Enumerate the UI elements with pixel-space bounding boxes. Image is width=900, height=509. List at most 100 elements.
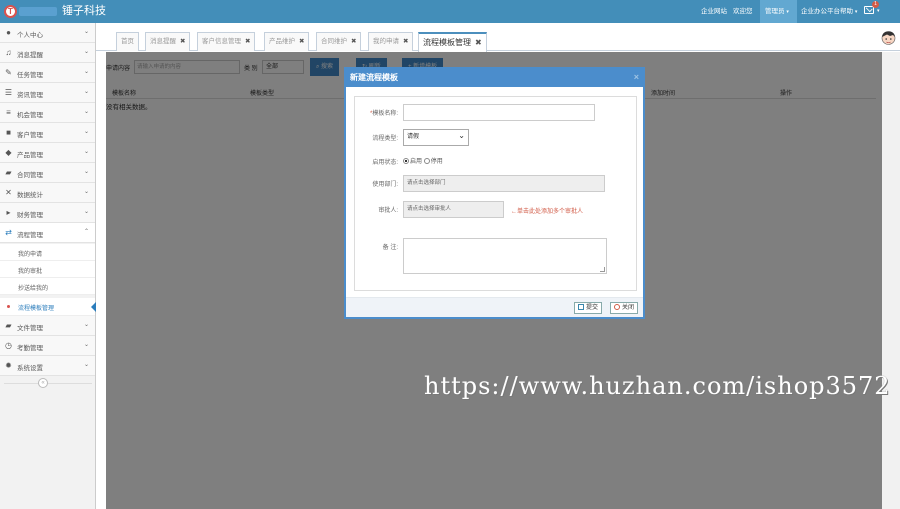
new-template-dialog: 新建流程模板 × *模板名称: 流程类型: 请假 启用状态: 启用 停用 使用部… [344,67,645,319]
sidebar-item-news[interactable]: ☰ 资讯管理 ⌄ [0,83,95,103]
close-button-label: 关闭 [622,305,635,311]
department-label: 使用部门: [372,182,398,188]
close-button[interactable]: 关闭 [610,302,639,314]
sidebar-item-statistics[interactable]: ✕ 数据统计 ⌄ [0,183,95,203]
radio-enabled[interactable] [403,158,409,164]
folder-open-icon: ▰ [5,321,12,330]
sidebar-item-notifications[interactable]: ♫ 消息提醒 ⌄ [0,43,95,63]
page-scrollbar[interactable] [882,52,900,509]
active-dot-icon [7,305,10,308]
department-picker[interactable]: 请点击选择部门 [403,175,605,192]
sidebar-subitem-cc-to-me[interactable]: 抄送给我的 [0,278,95,295]
close-icon[interactable]: ✖ [180,38,185,45]
sidebar-item-settings[interactable]: ✹ 系统设置 ⌄ [0,356,95,376]
chevron-down-icon: ▾ [786,9,789,15]
tab-label: 合同维护 [321,38,347,45]
tab-label: 首页 [121,38,134,45]
close-icon[interactable]: ✖ [245,38,250,45]
sidebar-item-label: 系统设置 [17,365,43,372]
sidebar-item-process[interactable]: ⇄ 流程管理 ⌃ [0,223,95,243]
radio-enabled-label: 启用 [410,159,423,165]
close-icon[interactable]: ✖ [351,38,356,45]
folder-icon: ▰ [5,168,12,177]
dropbox-icon: ◆ [5,148,12,157]
help-menu[interactable]: 企业办公平台帮助 ▾ [801,0,857,23]
sidebar-item-products[interactable]: ◆ 产品管理 ⌄ [0,143,95,163]
tab-label: 我的申请 [373,38,399,45]
sidebar-subitem-my-approvals[interactable]: 我的审批 [0,261,95,278]
menu-icon: ≡ [6,108,11,117]
user-menu[interactable]: 管理员 ▾ [760,0,797,23]
sidebar-item-tasks[interactable]: ✎ 任务管理 ⌄ [0,63,95,83]
tab-my-applications[interactable]: 我的申请 ✖ [368,32,414,51]
sidebar-item-label: 合同管理 [17,172,43,179]
close-circle-icon [614,304,620,310]
bell-icon: ♫ [5,48,12,57]
sidebar-item-finance[interactable]: ▸ 财务管理 ⌄ [0,203,95,223]
edit-icon: ✎ [5,68,12,77]
sidebar-item-label: 机会管理 [17,112,43,119]
sidebar-subitem-label: 流程模板管理 [18,306,55,312]
sidebar-item-label: 消息提醒 [17,52,43,59]
sidebar-item-opportunities[interactable]: ≡ 机会管理 ⌄ [0,103,95,123]
clock-icon: ◷ [5,341,12,350]
dialog-title: 新建流程模板 [350,73,398,82]
gear-icon: ✹ [5,361,12,370]
tab-contract-maintenance[interactable]: 合同维护 ✖ [316,32,362,51]
submit-button[interactable]: 提交 [574,302,603,314]
close-icon[interactable]: ✖ [299,38,304,45]
sidebar-item-label: 客户管理 [17,132,43,139]
sidebar-item-label: 任务管理 [17,72,43,79]
avatar[interactable] [881,30,896,47]
chevron-down-icon: ⌄ [84,109,90,115]
brand-name[interactable]: 锤子科技 [62,4,106,18]
process-type-select[interactable]: 请假 [403,128,469,146]
approver-picker[interactable]: 请点击选择审批人 [403,201,504,218]
tab-label: 客户信息管理 [202,38,241,45]
dialog-footer: 提交 关闭 [346,297,643,317]
radio-disabled[interactable] [423,158,430,164]
sidebar-item-attendance[interactable]: ◷ 考勤管理 ⌄ [0,336,95,356]
close-icon[interactable]: × [634,72,639,82]
status-label: 启用状态: [372,160,398,166]
sidebar-subitem-template-management[interactable]: 流程模板管理 [0,298,96,316]
sidebar: ● 个人中心 ⌄ ♫ 消息提醒 ⌄ ✎ 任务管理 ⌄ ☰ 资讯管理 ⌄ ≡ 机会… [0,23,96,509]
tab-label: 产品维护 [269,38,295,45]
sidebar-item-files[interactable]: ▰ 文件管理 ⌄ [0,316,95,336]
name-label: *模板名称: [370,108,398,117]
sidebar-item-personal-center[interactable]: ● 个人中心 ⌄ [0,23,95,43]
sidebar-collapse-button[interactable]: « [38,378,48,388]
chevron-down-icon: ⌄ [84,89,90,95]
tab-notifications[interactable]: 消息提醒 ✖ [145,32,191,51]
sidebar-divider [4,383,92,384]
company-site-link[interactable]: 企业网站 [701,0,727,23]
sidebar-item-label: 个人中心 [17,32,43,39]
remark-textarea[interactable] [403,238,607,274]
template-name-input[interactable] [403,104,595,121]
type-label: 流程类型: [372,136,398,142]
dialog-form: *模板名称: 流程类型: 请假 启用状态: 启用 停用 使用部门: 请点击选择部… [354,96,637,291]
sidebar-subitem-my-applications[interactable]: 我的申请 [0,244,95,261]
sidebar-item-customers[interactable]: ■ 客户管理 ⌄ [0,123,95,143]
sidebar-item-contracts[interactable]: ▰ 合同管理 ⌄ [0,163,95,183]
chevron-down-icon[interactable]: ▾ [877,0,880,23]
chevron-down-icon: ⌄ [84,362,90,368]
top-navbar: T 锤子科技 企业网站 欢迎您 管理员 ▾ 企业办公平台帮助 ▾ 1 ▾ [0,0,900,23]
sidebar-subitem-label: 抄送给我的 [18,286,49,292]
close-icon[interactable]: ✖ [403,38,408,45]
sidebar-item-label: 产品管理 [17,152,43,159]
tab-home[interactable]: 首页 [116,32,139,51]
sidebar-subitem-label: 我的审批 [18,269,43,275]
sidebar-item-label: 考勤管理 [17,345,43,352]
shuffle-icon: ✕ [5,188,12,197]
tab-product-maintenance[interactable]: 产品维护 ✖ [264,32,310,51]
tab-template-management[interactable]: 流程模板管理 ✖ [418,32,487,52]
close-icon[interactable]: ✖ [475,38,482,47]
tab-customer-info[interactable]: 客户信息管理 ✖ [197,32,256,51]
dialog-header: 新建流程模板 × [346,69,643,87]
chevron-down-icon: ⌄ [84,169,90,175]
money-icon: ▸ [6,208,11,217]
approver-label: 审批人: [378,208,398,214]
sidebar-item-label: 资讯管理 [17,92,43,99]
remark-label: 备 注: [382,245,398,251]
